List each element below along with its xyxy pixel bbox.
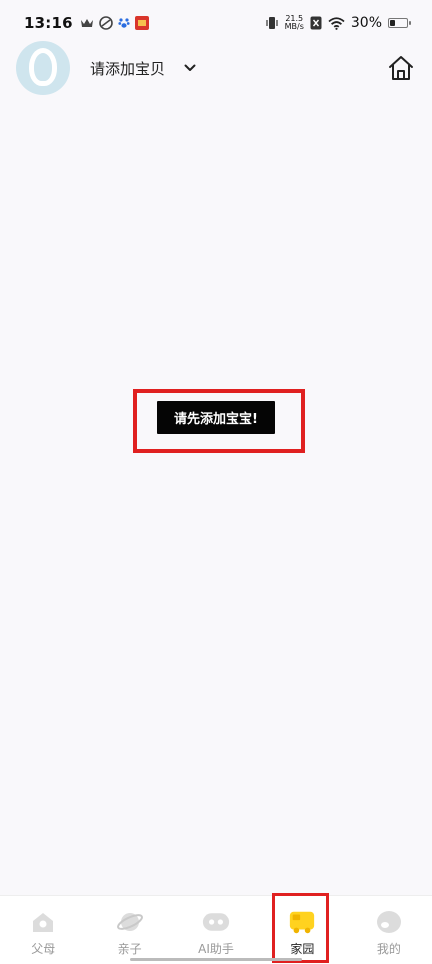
leaf-icon: [98, 16, 113, 30]
home-icon: [389, 56, 413, 80]
notification-icons: [80, 16, 149, 30]
tab-parent-child[interactable]: 亲子: [86, 896, 172, 964]
paw-icon: [118, 18, 130, 28]
app-screen: 13:16 21.5 MB/s 30% 请添加宝贝 请先添加宝宝! 父母 亲子 …: [0, 0, 432, 964]
home-indicator[interactable]: [130, 958, 302, 961]
status-right: 21.5 MB/s 30%: [265, 15, 411, 31]
wifi-icon: [328, 16, 345, 30]
add-baby-prompt: 请先添加宝宝!: [157, 401, 275, 434]
tab-label: 父母: [31, 942, 56, 956]
battery-percent: 30%: [350, 15, 382, 31]
net-speed: 21.5 MB/s: [285, 15, 304, 31]
status-time: 13:16: [24, 14, 73, 32]
battery-icon: [388, 18, 411, 28]
chevron-down-icon[interactable]: [183, 61, 197, 75]
net-speed-unit: MB/s: [284, 22, 304, 31]
baby-avatar[interactable]: [16, 41, 70, 95]
tab-parents[interactable]: 父母: [0, 896, 86, 964]
battery-fill: [390, 20, 396, 26]
avatar-placeholder-icon: [29, 48, 57, 86]
bottom-tab-bar: 父母 亲子 AI助手 家园 我的: [0, 895, 432, 964]
header: 请添加宝贝: [0, 40, 432, 96]
app-badge-icon: [134, 16, 149, 30]
profile-icon: [375, 908, 403, 936]
robot-icon: [202, 908, 230, 936]
crown-icon: [80, 19, 93, 27]
vibrate-icon: [266, 17, 278, 29]
tab-label: 亲子: [117, 942, 142, 956]
parents-icon: [29, 908, 57, 936]
tab-label: AI助手: [198, 942, 234, 956]
baby-name-selector[interactable]: 请添加宝贝: [90, 58, 165, 79]
tab-label: 我的: [376, 942, 401, 956]
planet-icon: [116, 908, 144, 936]
home-button[interactable]: [386, 53, 416, 83]
tab-mine[interactable]: 我的: [346, 896, 432, 964]
active-tab-highlight-box: [272, 893, 329, 963]
sim-x-icon: [310, 16, 322, 30]
tab-ai-assistant[interactable]: AI助手: [173, 896, 259, 964]
